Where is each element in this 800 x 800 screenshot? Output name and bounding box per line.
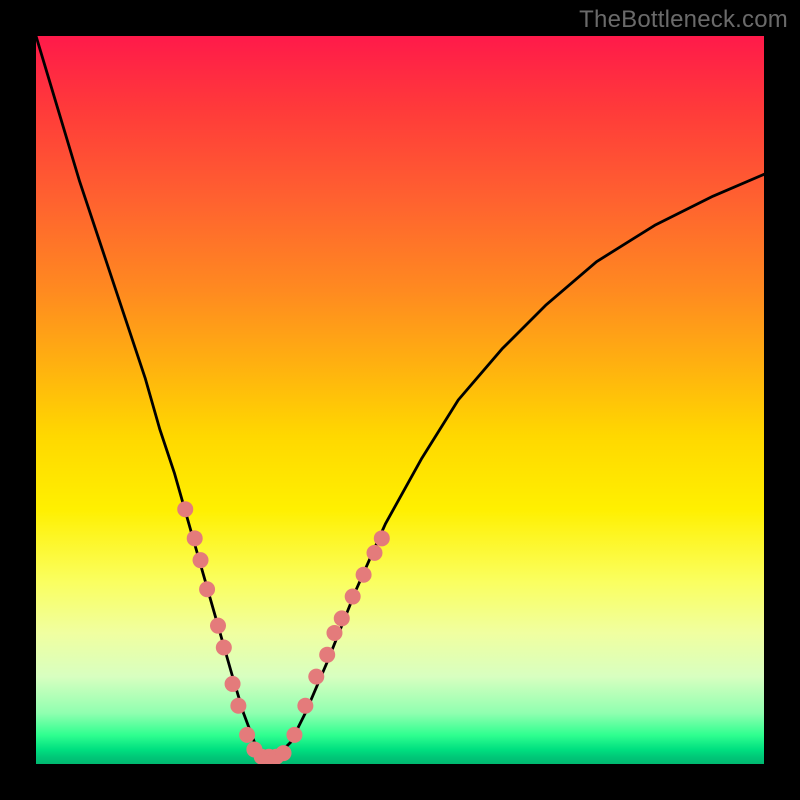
marker-point: [356, 567, 372, 583]
marker-point: [334, 610, 350, 626]
marker-point: [187, 530, 203, 546]
marker-point: [177, 501, 193, 517]
marker-point: [276, 745, 292, 761]
marker-point: [239, 727, 255, 743]
marker-point: [199, 581, 215, 597]
marker-point: [326, 625, 342, 641]
marker-point: [216, 640, 232, 656]
marker-point: [374, 530, 390, 546]
chart-container: TheBottleneck.com: [0, 0, 800, 800]
marker-point: [230, 698, 246, 714]
marker-point: [193, 552, 209, 568]
marker-point: [345, 589, 361, 605]
curve-svg: [36, 36, 764, 764]
marker-point: [286, 727, 302, 743]
bottleneck-curve: [36, 36, 764, 757]
marker-point: [210, 618, 226, 634]
marker-point: [367, 545, 383, 561]
marker-point: [319, 647, 335, 663]
marker-point: [225, 676, 241, 692]
marker-point: [308, 669, 324, 685]
watermark-text: TheBottleneck.com: [579, 6, 788, 34]
plot-area: [36, 36, 764, 764]
marker-point: [297, 698, 313, 714]
highlighted-points: [177, 501, 390, 764]
